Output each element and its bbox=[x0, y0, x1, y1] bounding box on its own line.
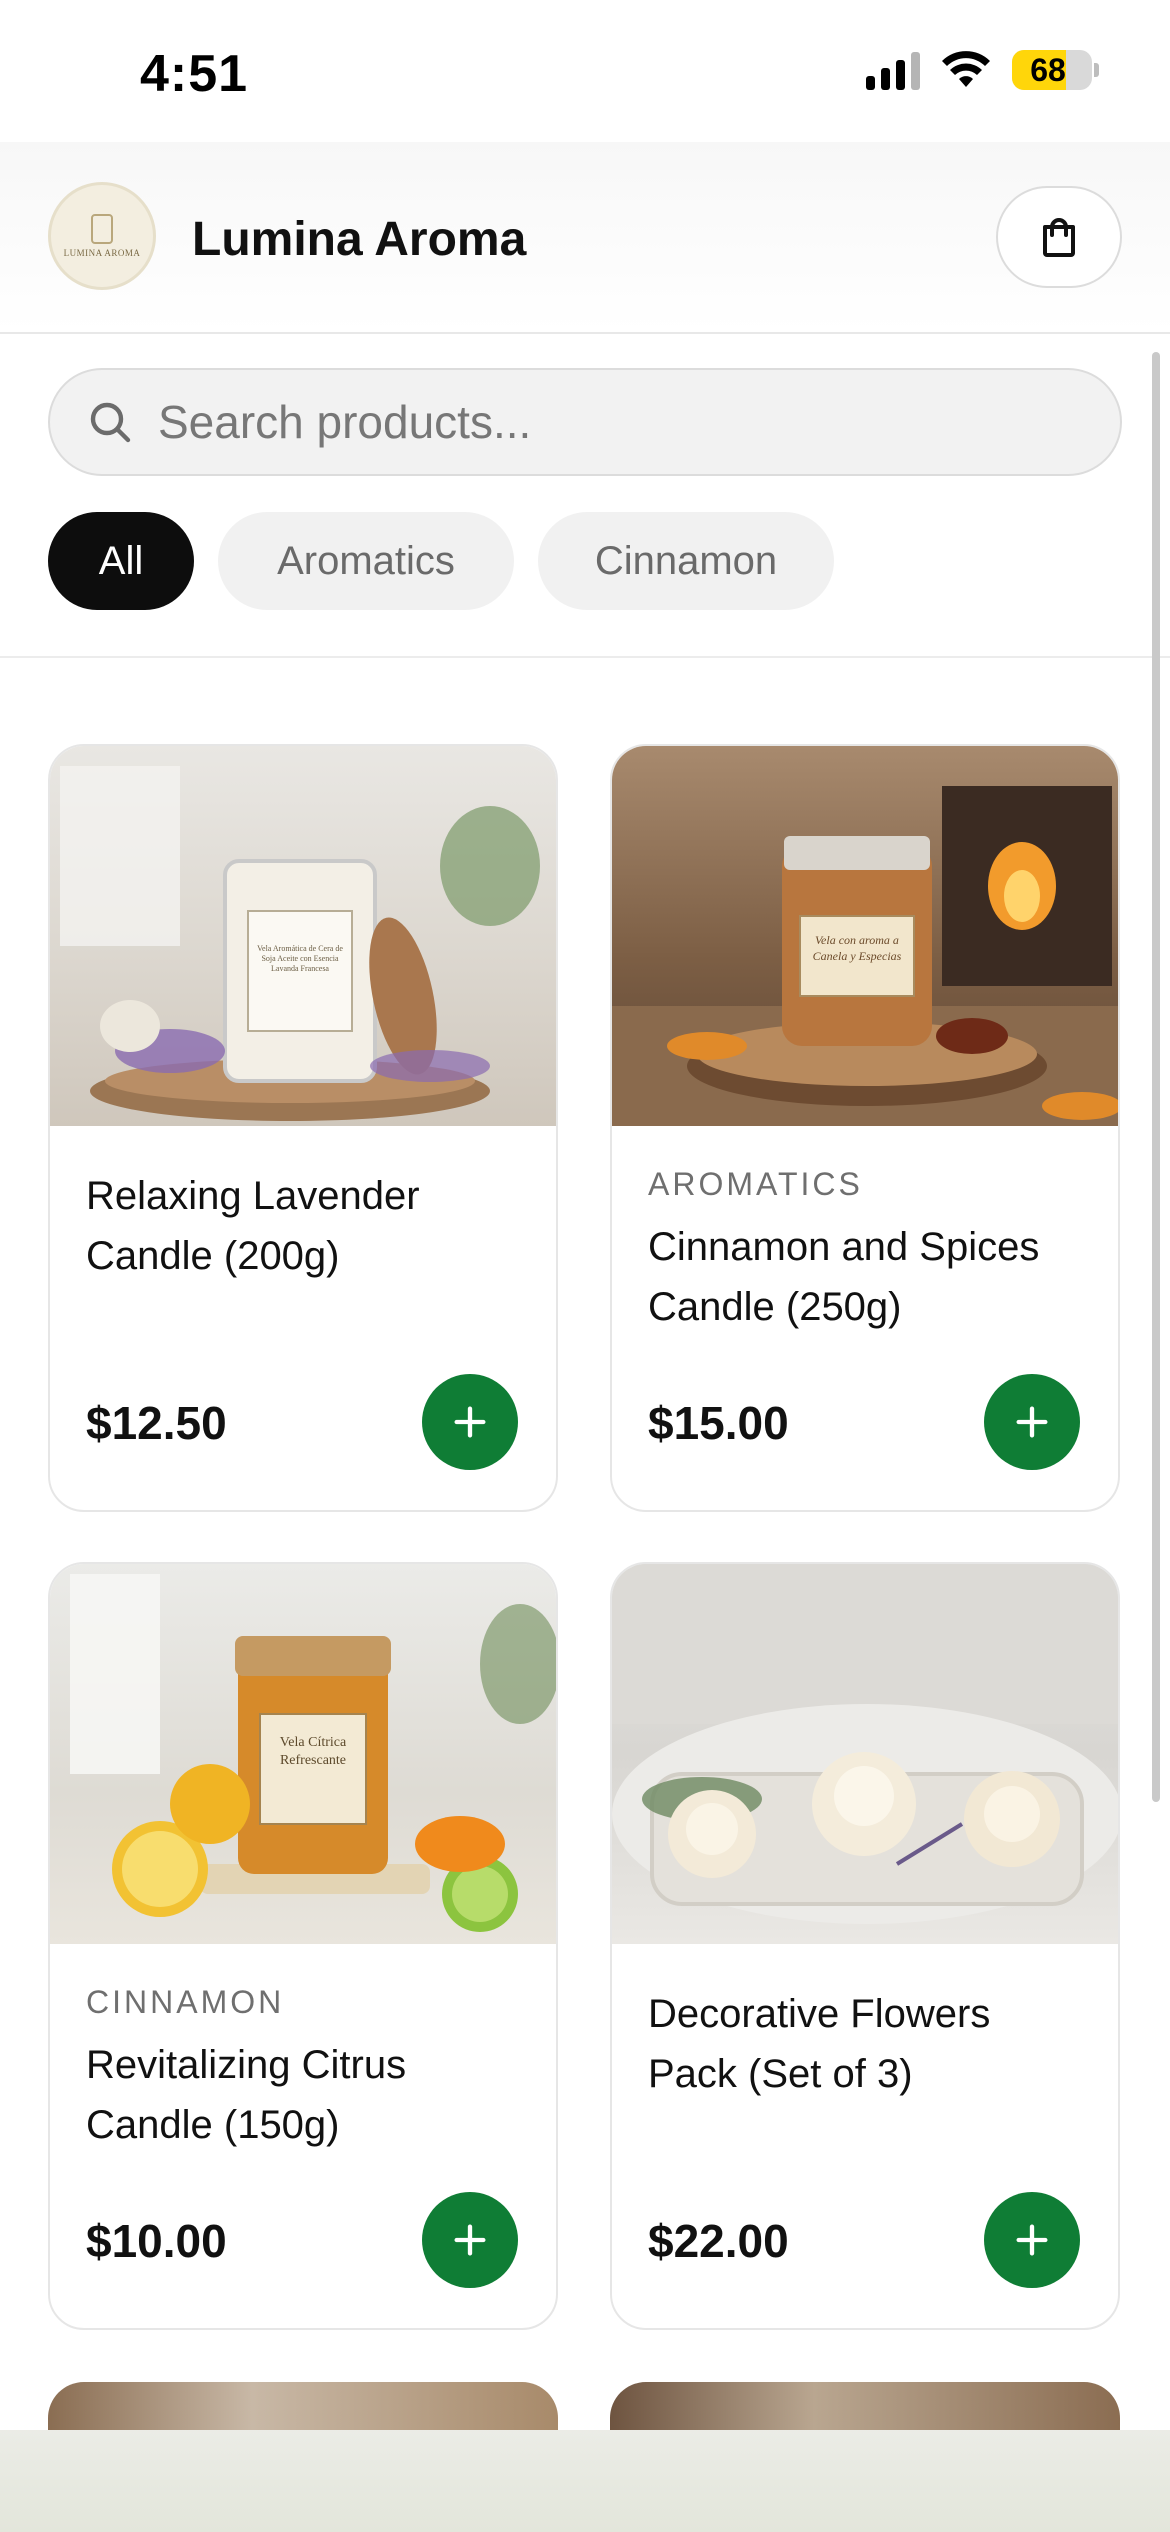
citrus-candle-photo: Vela Cítrica Refrescante bbox=[50, 1564, 556, 1944]
lavender-candle-photo: Vela Aromática de Cera de Soja Aceite co… bbox=[50, 746, 556, 1126]
filter-chip-all[interactable]: All bbox=[48, 512, 194, 610]
battery-tip bbox=[1094, 63, 1099, 77]
add-to-cart-button[interactable] bbox=[422, 2192, 518, 2288]
status-time: 4:51 bbox=[140, 45, 249, 103]
status-indicators: 68 bbox=[866, 50, 1099, 90]
product-card[interactable]: Vela con aroma a Canela y Especias AROMA… bbox=[610, 744, 1120, 1512]
plus-icon bbox=[454, 1406, 486, 1438]
product-category: AROMATICS bbox=[648, 1166, 863, 1202]
cellular-signal-icon bbox=[866, 50, 920, 90]
cart-button[interactable] bbox=[996, 186, 1122, 288]
product-info: CINNAMON Revitalizing Citrus Candle (150… bbox=[86, 1984, 520, 2155]
jar-label-text: Vela con aroma a Canela y Especias bbox=[812, 933, 902, 963]
product-card[interactable]: Vela Aromática de Cera de Soja Aceite co… bbox=[48, 744, 558, 1512]
filter-chip-aromatics[interactable]: Aromatics bbox=[218, 512, 514, 610]
plus-icon bbox=[1016, 1406, 1048, 1438]
battery-level: 68 bbox=[1030, 51, 1066, 88]
product-price: $15.00 bbox=[648, 1397, 789, 1449]
flower-candles-photo bbox=[612, 1564, 1118, 1944]
product-card[interactable]: Decorative Flowers Pack (Set of 3) $22.0… bbox=[610, 1562, 1120, 2330]
product-info: Decorative Flowers Pack (Set of 3) bbox=[648, 1984, 1082, 2104]
add-to-cart-button[interactable] bbox=[984, 2192, 1080, 2288]
filters-divider bbox=[0, 656, 1170, 658]
product-name: Decorative Flowers Pack (Set of 3) bbox=[648, 1992, 991, 2096]
product-name: Relaxing Lavender Candle (200g) bbox=[86, 1174, 420, 1278]
logo-text: LUMINA AROMA bbox=[63, 248, 141, 258]
search-input[interactable] bbox=[158, 395, 1058, 449]
bottom-bar-overlay bbox=[0, 2430, 1170, 2532]
status-bar: 4:51 68 bbox=[0, 0, 1170, 142]
add-to-cart-button[interactable] bbox=[984, 1374, 1080, 1470]
product-category: CINNAMON bbox=[86, 1984, 285, 2020]
product-price: $12.50 bbox=[86, 1397, 227, 1449]
plus-icon bbox=[1016, 2224, 1048, 2256]
product-price: $22.00 bbox=[648, 2215, 789, 2267]
search-icon bbox=[90, 402, 131, 443]
product-price: $10.00 bbox=[86, 2215, 227, 2267]
cinnamon-candle-photo: Vela con aroma a Canela y Especias bbox=[612, 746, 1118, 1126]
candle-logo-icon bbox=[91, 214, 113, 244]
app-header: LUMINA AROMA Lumina Aroma bbox=[0, 142, 1170, 334]
product-name: Cinnamon and Spices Candle (250g) bbox=[648, 1225, 1040, 1329]
category-filters: All Aromatics Cinnamon bbox=[48, 512, 834, 610]
jar-label-text: Vela Cítrica Refrescante bbox=[279, 1735, 347, 1768]
product-card[interactable]: Vela Cítrica Refrescante CINNAMON Revita… bbox=[48, 1562, 558, 2330]
filter-chip-cinnamon[interactable]: Cinnamon bbox=[538, 512, 834, 610]
scrollbar[interactable] bbox=[1152, 352, 1160, 1802]
product-name: Revitalizing Citrus Candle (150g) bbox=[86, 2043, 407, 2147]
plus-icon bbox=[454, 2224, 486, 2256]
search-bar[interactable] bbox=[48, 368, 1122, 476]
jar-label-text: Vela Aromática de Cera de Soja Aceite co… bbox=[257, 944, 343, 973]
brand-logo[interactable]: LUMINA AROMA bbox=[48, 182, 156, 290]
shopping-bag-icon bbox=[1043, 218, 1075, 257]
product-info: Relaxing Lavender Candle (200g) bbox=[86, 1166, 520, 1286]
brand-name: Lumina Aroma bbox=[192, 213, 527, 266]
product-info: AROMATICS Cinnamon and Spices Candle (25… bbox=[648, 1166, 1082, 1337]
add-to-cart-button[interactable] bbox=[422, 1374, 518, 1470]
wifi-icon bbox=[942, 51, 990, 87]
battery-indicator: 68 bbox=[1012, 50, 1099, 90]
